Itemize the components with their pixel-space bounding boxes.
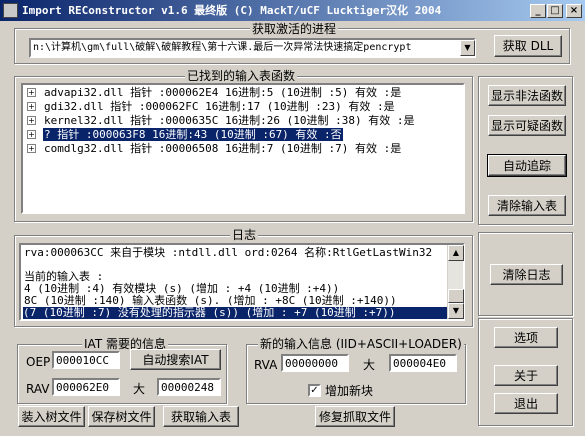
auto-search-iat-button[interactable]: 自动搜索IAT xyxy=(130,349,221,370)
expand-icon[interactable]: + xyxy=(27,130,36,139)
rva-label: RAV xyxy=(26,382,50,396)
log-group-label: 日志 xyxy=(230,228,259,242)
oep-field[interactable]: 000010CC xyxy=(52,351,120,369)
window-title: Import REConstructor v1.6 最终版 (C) MackT/… xyxy=(22,4,442,17)
imports-group-label: 已找到的输入表函数 xyxy=(185,69,298,83)
show-invalid-button[interactable]: 显示非法函数 xyxy=(488,85,566,106)
process-group-label: 获取激活的进程 xyxy=(250,22,339,36)
tree-item-selected[interactable]: + ? 指针 :000063F8 16进制:43 (10进制 :67) 有效 :否 xyxy=(27,128,343,141)
log-line: rva:000063CC 来自于模块 :ntdll.dll ord:0264 名… xyxy=(24,246,433,259)
app-icon[interactable] xyxy=(3,3,18,18)
load-tree-button[interactable]: 装入树文件 xyxy=(18,406,85,427)
arrow-up-icon[interactable]: ▲ xyxy=(448,245,464,261)
expand-icon[interactable]: + xyxy=(27,102,36,111)
show-suspect-button[interactable]: 显示可疑函数 xyxy=(488,115,566,136)
size-field[interactable]: 00000248 xyxy=(157,378,221,396)
close-button[interactable]: × xyxy=(566,4,582,18)
log-scrollbar[interactable]: ▲ ▼ xyxy=(447,245,464,319)
fix-dump-button[interactable]: 修复抓取文件 xyxy=(315,406,395,427)
tree-item-label: comdlg32.dll 指针 :00006508 16进制:7 (10进制 :… xyxy=(44,142,402,155)
get-dll-button[interactable]: 获取 DLL xyxy=(494,35,562,57)
get-imports-button[interactable]: 获取输入表 xyxy=(163,406,239,427)
tree-item[interactable]: + comdlg32.dll 指针 :00006508 16进制:7 (10进制 … xyxy=(27,142,402,155)
options-button[interactable]: 选项 xyxy=(494,327,558,348)
expand-icon[interactable]: + xyxy=(27,116,36,125)
new-rva-label: RVA xyxy=(254,358,278,372)
oep-label: OEP xyxy=(26,355,51,369)
clear-imports-button[interactable]: 清除输入表 xyxy=(488,195,566,216)
auto-trace-button[interactable]: 自动追踪 xyxy=(487,154,567,177)
rva-field[interactable]: 000062E0 xyxy=(52,378,120,396)
tree-item-label: kernel32.dll 指针 :0000635C 16进制:26 (10进制 … xyxy=(44,114,415,127)
new-rva-field[interactable]: 00000000 xyxy=(281,354,349,372)
add-section-checkbox[interactable]: ✓ xyxy=(308,384,321,397)
tree-item[interactable]: + advapi32.dll 指针 :000062E4 16进制:5 (10进制 … xyxy=(27,86,402,99)
tree-item[interactable]: + gdi32.dll 指针 :000062FC 16进制:17 (10进制 :2… xyxy=(27,100,396,113)
scroll-thumb[interactable] xyxy=(448,289,464,303)
minimize-button[interactable]: _ xyxy=(530,4,546,18)
new-import-group-label: 新的输入信息 (IID+ASCII+LOADER) xyxy=(258,337,464,351)
exit-button[interactable]: 退出 xyxy=(494,393,558,414)
tree-item[interactable]: + kernel32.dll 指针 :0000635C 16进制:26 (10进制… xyxy=(27,114,416,127)
tree-item-label: advapi32.dll 指针 :000062E4 16进制:5 (10进制 :… xyxy=(44,86,402,99)
clear-log-button[interactable]: 清除日志 xyxy=(490,264,563,285)
log-list[interactable]: rva:000063CC 来自于模块 :ntdll.dll ord:0264 名… xyxy=(19,243,465,321)
imports-tree[interactable]: + advapi32.dll 指针 :000062E4 16进制:5 (10进制 … xyxy=(21,83,465,214)
expand-icon[interactable]: + xyxy=(27,88,36,97)
process-select-value: n:\计算机\gm\full\破解\破解教程\第十六课.最后一次异常法快速搞定p… xyxy=(33,42,412,53)
new-size-field[interactable]: 000004E0 xyxy=(389,354,457,372)
size-label: 大 xyxy=(133,382,146,396)
chevron-down-icon[interactable]: ▼ xyxy=(460,40,475,56)
title-bar: Import REConstructor v1.6 最终版 (C) MackT/… xyxy=(0,0,585,21)
new-size-label: 大 xyxy=(363,358,376,372)
arrow-down-icon[interactable]: ▼ xyxy=(448,303,464,319)
tree-item-label: gdi32.dll 指针 :000062FC 16进制:17 (10进制 :23… xyxy=(44,100,395,113)
about-button[interactable]: 关于 xyxy=(494,365,558,386)
expand-icon[interactable]: + xyxy=(27,144,36,153)
save-tree-button[interactable]: 保存树文件 xyxy=(88,406,155,427)
maximize-button[interactable]: □ xyxy=(547,4,563,18)
process-select[interactable]: n:\计算机\gm\full\破解\破解教程\第十六课.最后一次异常法快速搞定p… xyxy=(29,38,476,58)
log-line-selected[interactable]: (7 (10进制 :7) 没有处理的指示器 (s)) (增加 : +7 (10进… xyxy=(23,307,463,319)
tree-item-label: ? 指针 :000063F8 16进制:43 (10进制 :67) 有效 :否 xyxy=(43,128,343,141)
add-section-label: 增加新块 xyxy=(325,384,374,398)
